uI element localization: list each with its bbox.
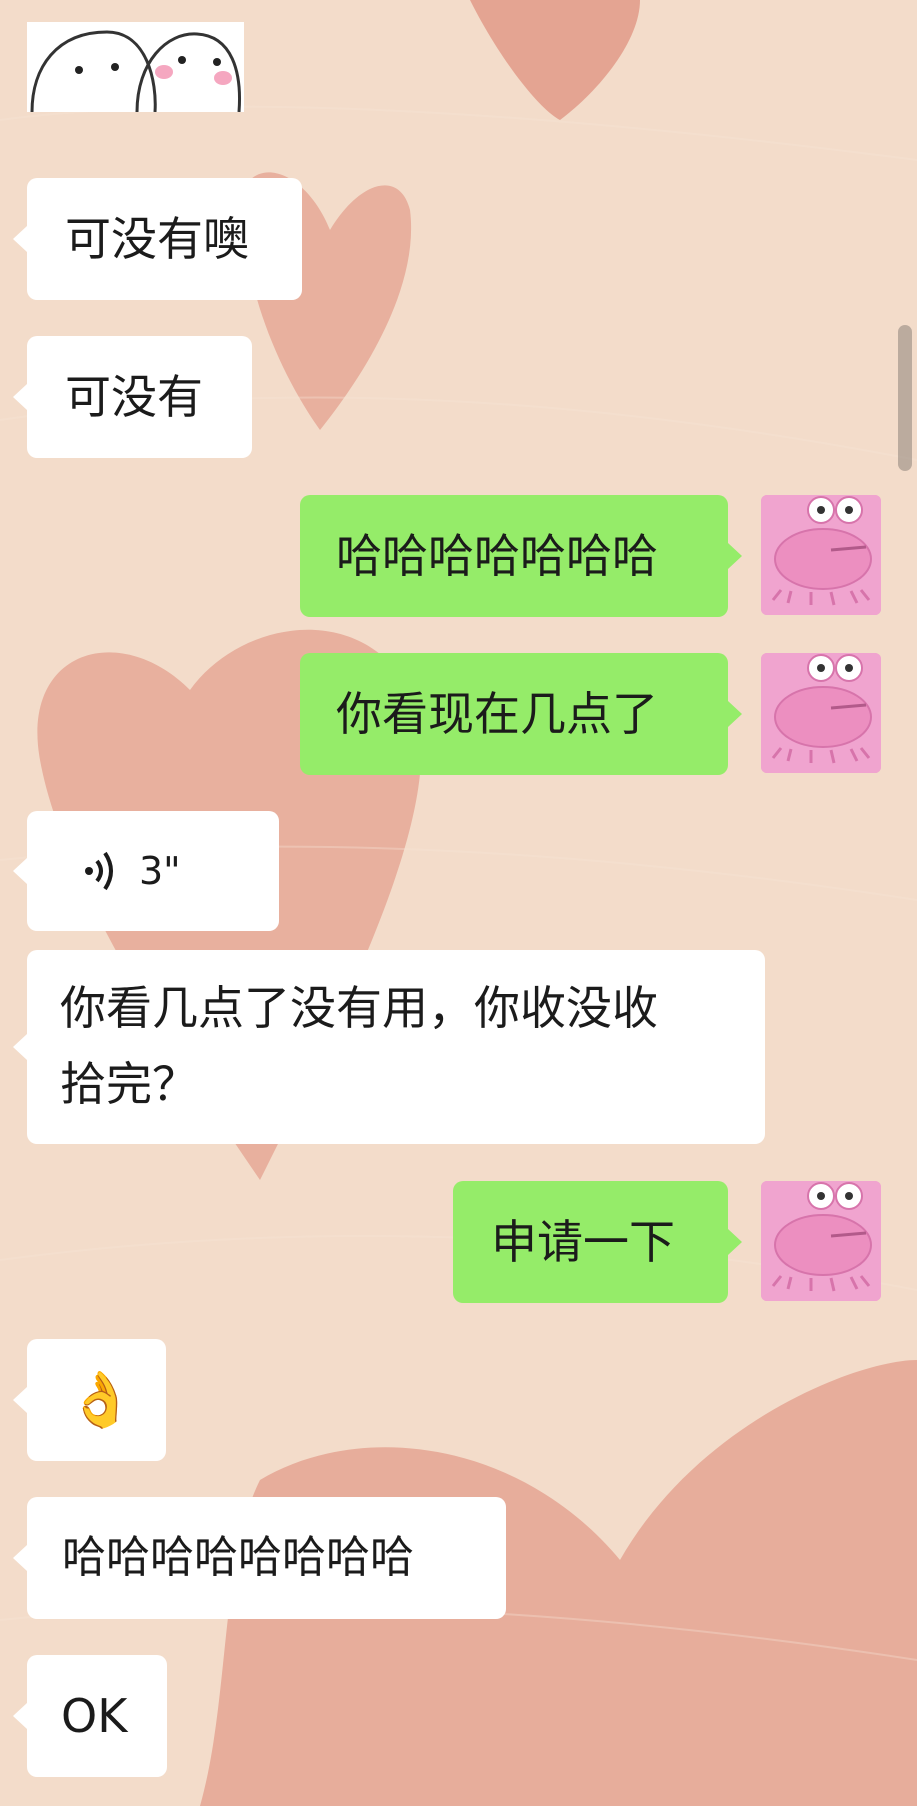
sticker-image[interactable] [27,22,244,112]
message-text-line: 拾完？ [60,1057,198,1111]
pink-frog-avatar-icon [761,495,881,615]
message-text: 你看现在几点了 [336,687,658,741]
pink-frog-avatar-icon [761,653,881,773]
pink-frog-avatar-icon [761,1181,881,1301]
voice-message-bubble[interactable]: 3" [13,811,279,931]
white-blob-sticker-icon [27,22,244,112]
message-text: OK [61,1689,128,1743]
message-text: 可没有 [65,370,203,424]
message-bubble-incoming[interactable]: 哈哈哈哈哈哈哈哈 [13,1497,506,1619]
voice-wave-icon [85,851,113,891]
user-avatar[interactable] [761,1181,881,1301]
message-bubble-outgoing[interactable]: 你看现在几点了 [300,653,742,775]
user-avatar[interactable] [761,495,881,615]
message-bubble-incoming[interactable]: 可没有 [13,336,252,458]
message-bubble-incoming[interactable]: OK [13,1655,167,1777]
message-text: 哈哈哈哈哈哈哈哈 [62,1532,414,1583]
message-bubble-incoming[interactable]: 👌 [13,1339,166,1461]
voice-duration: 3" [139,849,181,893]
message-text: 申请一下 [491,1215,675,1269]
message-text: 可没有噢 [65,212,249,266]
chat-scrollbar[interactable] [898,325,912,471]
message-text-line: 你看几点了没有用，你收没收 [60,981,658,1035]
user-avatar[interactable] [761,653,881,773]
message-text: 哈哈哈哈哈哈哈 [336,529,658,583]
message-bubble-incoming[interactable]: 可没有噢 [13,178,302,300]
message-bubble-outgoing[interactable]: 申请一下 [453,1181,742,1303]
chat-window[interactable]: 可没有噢 可没有 哈哈哈哈哈哈哈 你看现在几点了 3" 你看几点了没有用，你收没… [0,0,917,1806]
ok-hand-emoji: 👌 [67,1368,135,1431]
message-bubble-outgoing[interactable]: 哈哈哈哈哈哈哈 [300,495,742,617]
message-bubble-incoming[interactable]: 你看几点了没有用，你收没收 拾完？ [13,950,765,1144]
